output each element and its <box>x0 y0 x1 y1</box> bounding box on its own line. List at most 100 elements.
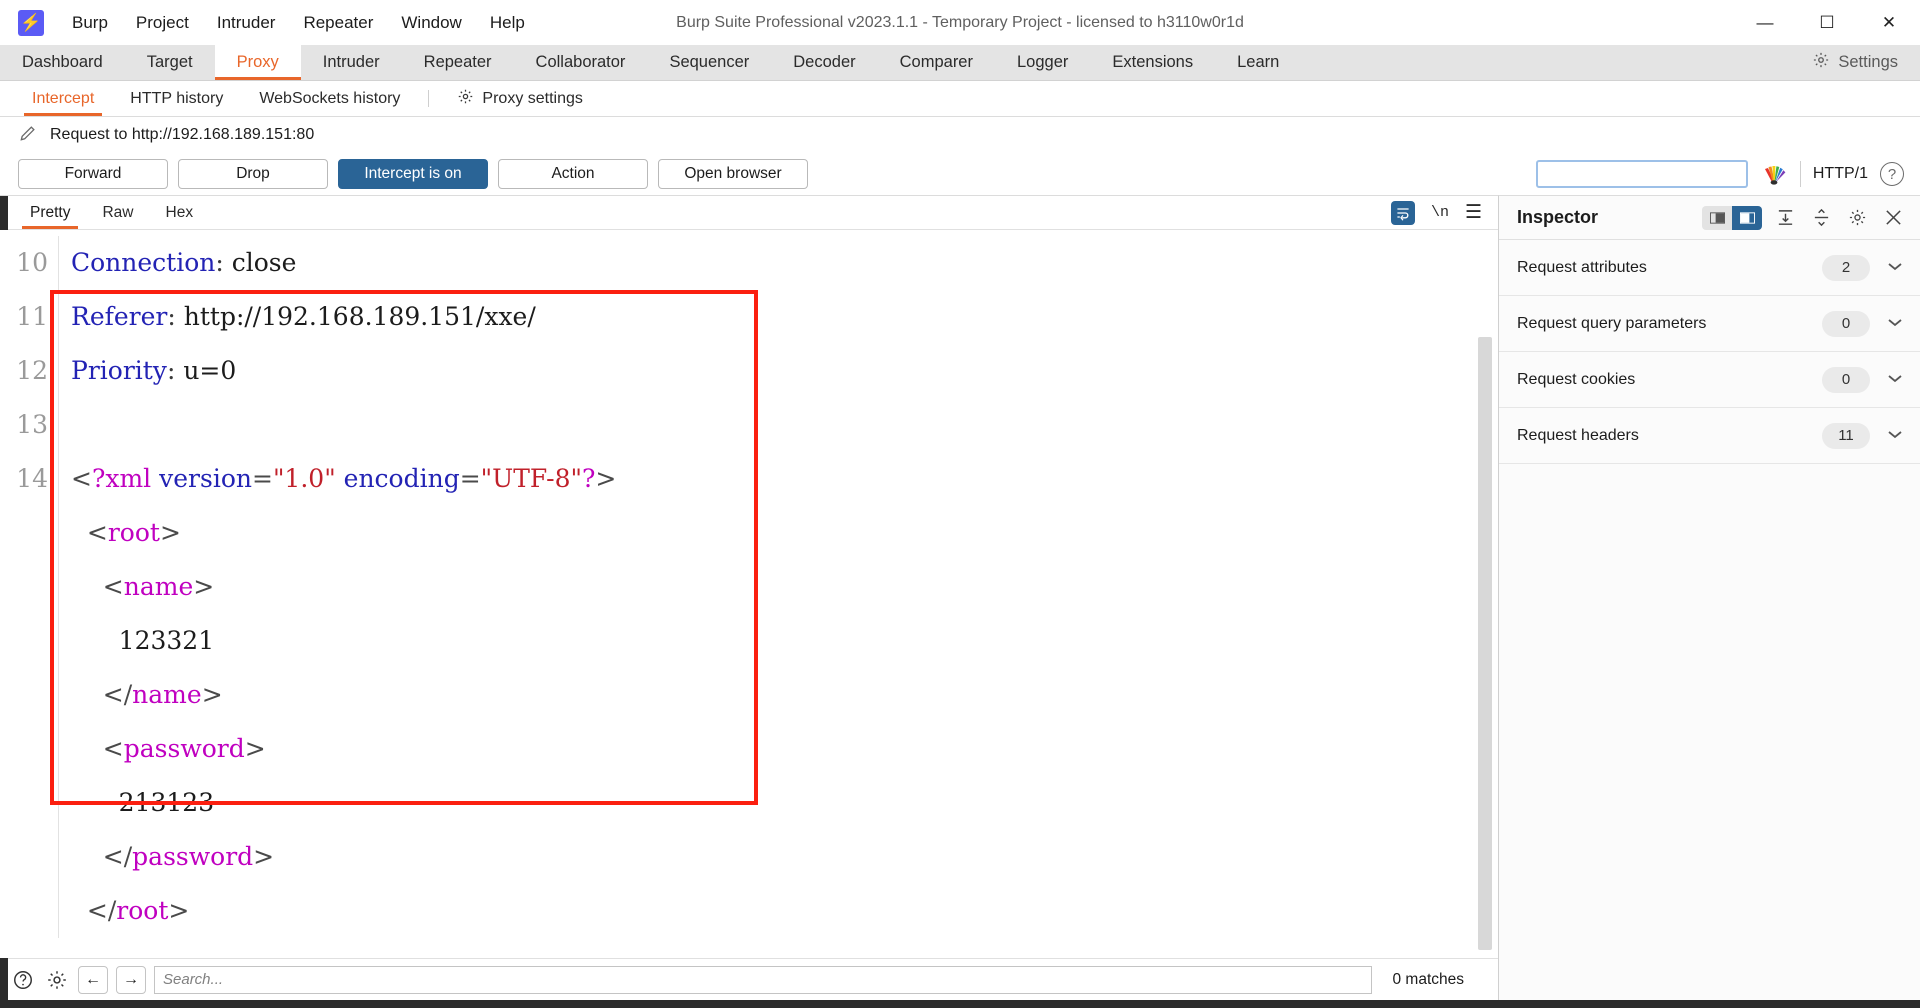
gear-icon[interactable] <box>44 967 70 993</box>
editor-tab-pretty[interactable]: Pretty <box>14 196 86 229</box>
request-code-area[interactable]: 10 Connection: close 11 Referer: http://192… <box>0 230 1498 958</box>
code-token: http://192.168.189.151/xxe/ <box>183 302 536 331</box>
inspector-title: Inspector <box>1517 207 1599 227</box>
code-token: < <box>71 464 92 493</box>
line-content: Priority: u=0 <box>58 344 1498 398</box>
menu-item-burp[interactable]: Burp <box>58 8 122 38</box>
code-token: Priority <box>71 356 167 385</box>
code-token: password <box>132 842 254 871</box>
code-token: = <box>251 464 273 493</box>
line-content: </name> <box>58 668 1498 722</box>
drop-button[interactable]: Drop <box>178 159 328 189</box>
code-line: 13 <box>0 398 1498 452</box>
code-line: </root> <box>0 884 1498 938</box>
collapse-all-icon[interactable] <box>1808 205 1834 231</box>
line-content: Referer: http://192.168.189.151/xxe/ <box>58 290 1498 344</box>
open-browser-button[interactable]: Open browser <box>658 159 808 189</box>
search-match-count: 0 matches <box>1392 970 1464 988</box>
code-line: 14 <?xml version="1.0" encoding="UTF-8"?> <box>0 452 1498 506</box>
tab-proxy[interactable]: Proxy <box>214 45 301 80</box>
intercept-toggle-button[interactable]: Intercept is on <box>338 159 488 189</box>
editor-tab-raw[interactable]: Raw <box>86 196 149 229</box>
newline-icon[interactable]: \n <box>1431 204 1449 221</box>
code-token: encoding <box>343 464 460 493</box>
scrollbar-thumb[interactable] <box>1478 337 1492 950</box>
settings-button[interactable]: Settings <box>1812 45 1920 80</box>
word-wrap-icon[interactable] <box>1390 200 1415 225</box>
line-content: </password> <box>58 830 1498 884</box>
chevron-down-icon[interactable] <box>1886 259 1904 276</box>
subtab-websockets-history[interactable]: WebSockets history <box>241 81 418 116</box>
tab-target[interactable]: Target <box>125 45 215 80</box>
help-circle-icon[interactable] <box>10 967 36 993</box>
tab-learn[interactable]: Learn <box>1215 45 1301 80</box>
tab-intruder[interactable]: Intruder <box>301 45 402 80</box>
chevron-down-icon[interactable] <box>1886 427 1904 444</box>
menu-item-repeater[interactable]: Repeater <box>289 8 387 38</box>
minimize-button[interactable]: — <box>1734 0 1796 45</box>
code-token: > <box>244 734 266 763</box>
tab-sequencer[interactable]: Sequencer <box>647 45 771 80</box>
code-token: > <box>193 572 215 601</box>
proxy-settings-button[interactable]: Proxy settings <box>439 81 600 116</box>
bottom-search-input[interactable] <box>154 965 1373 994</box>
chevron-down-icon[interactable] <box>1886 371 1904 388</box>
arrow-left-icon[interactable]: ← <box>78 965 108 994</box>
expand-all-icon[interactable] <box>1772 205 1798 231</box>
menu-item-help[interactable]: Help <box>476 8 539 38</box>
line-content: </root> <box>58 884 1498 938</box>
close-icon[interactable] <box>1880 205 1906 231</box>
panel-left-icon[interactable] <box>1702 205 1732 230</box>
tab-decoder[interactable]: Decoder <box>771 45 877 80</box>
subtab-intercept[interactable]: Intercept <box>14 81 112 116</box>
panel-right-icon[interactable] <box>1732 205 1762 230</box>
inspector-row[interactable]: Request cookies 0 <box>1499 352 1920 408</box>
inspector-row[interactable]: Request attributes 2 <box>1499 240 1920 296</box>
subtab-http-history[interactable]: HTTP history <box>112 81 241 116</box>
forward-button[interactable]: Forward <box>18 159 168 189</box>
arrow-right-icon[interactable]: → <box>116 965 146 994</box>
top-search-input[interactable] <box>1535 160 1748 188</box>
editor-tab-strip: Pretty Raw Hex \n ☰ <box>0 196 1498 230</box>
code-token: close <box>231 248 297 277</box>
tab-extensions[interactable]: Extensions <box>1090 45 1215 80</box>
editor-tab-hex[interactable]: Hex <box>150 196 210 229</box>
code-token: ? <box>582 464 596 493</box>
code-line: 123321 <box>0 614 1498 668</box>
action-button[interactable]: Action <box>498 159 648 189</box>
burp-suite-window: ⚡ Burp Project Intruder Repeater Window … <box>0 0 1920 1008</box>
tab-logger[interactable]: Logger <box>995 45 1090 80</box>
line-number: 12 <box>16 356 48 385</box>
line-content <box>58 398 1498 452</box>
tab-comparer[interactable]: Comparer <box>878 45 995 80</box>
editor-vertical-scrollbar[interactable] <box>1478 230 1492 958</box>
maximize-button[interactable]: ☐ <box>1796 0 1858 45</box>
gear-icon[interactable] <box>1844 205 1870 231</box>
peacock-icon[interactable] <box>1760 159 1788 190</box>
tab-collaborator[interactable]: Collaborator <box>514 45 648 80</box>
menu-item-intruder[interactable]: Intruder <box>203 8 290 38</box>
help-circle-icon[interactable]: ? <box>1880 162 1904 186</box>
menu-item-project[interactable]: Project <box>122 8 203 38</box>
close-button[interactable]: ✕ <box>1858 0 1920 45</box>
inspector-row[interactable]: Request query parameters 0 <box>1499 296 1920 352</box>
line-content: <name> <box>58 560 1498 614</box>
menu-item-window[interactable]: Window <box>387 8 475 38</box>
request-target-text: Request to http://192.168.189.151:80 <box>50 126 315 143</box>
inspector-row-count: 11 <box>1822 422 1870 449</box>
code-line: <root> <box>0 506 1498 560</box>
menu-bar: Burp Project Intruder Repeater Window He… <box>58 8 539 38</box>
hamburger-menu-icon[interactable]: ☰ <box>1465 203 1482 222</box>
tab-dashboard[interactable]: Dashboard <box>0 45 125 80</box>
gear-icon <box>457 88 474 110</box>
inspector-row[interactable]: Request headers 11 <box>1499 408 1920 464</box>
main-content-split: Pretty Raw Hex \n ☰ 10 Connection: close… <box>0 195 1920 1000</box>
code-token: < <box>86 518 108 547</box>
tab-repeater[interactable]: Repeater <box>402 45 514 80</box>
chevron-down-icon[interactable] <box>1886 315 1904 332</box>
inspector-header: Inspector <box>1499 196 1920 240</box>
editor-tools: \n ☰ <box>1390 196 1498 229</box>
